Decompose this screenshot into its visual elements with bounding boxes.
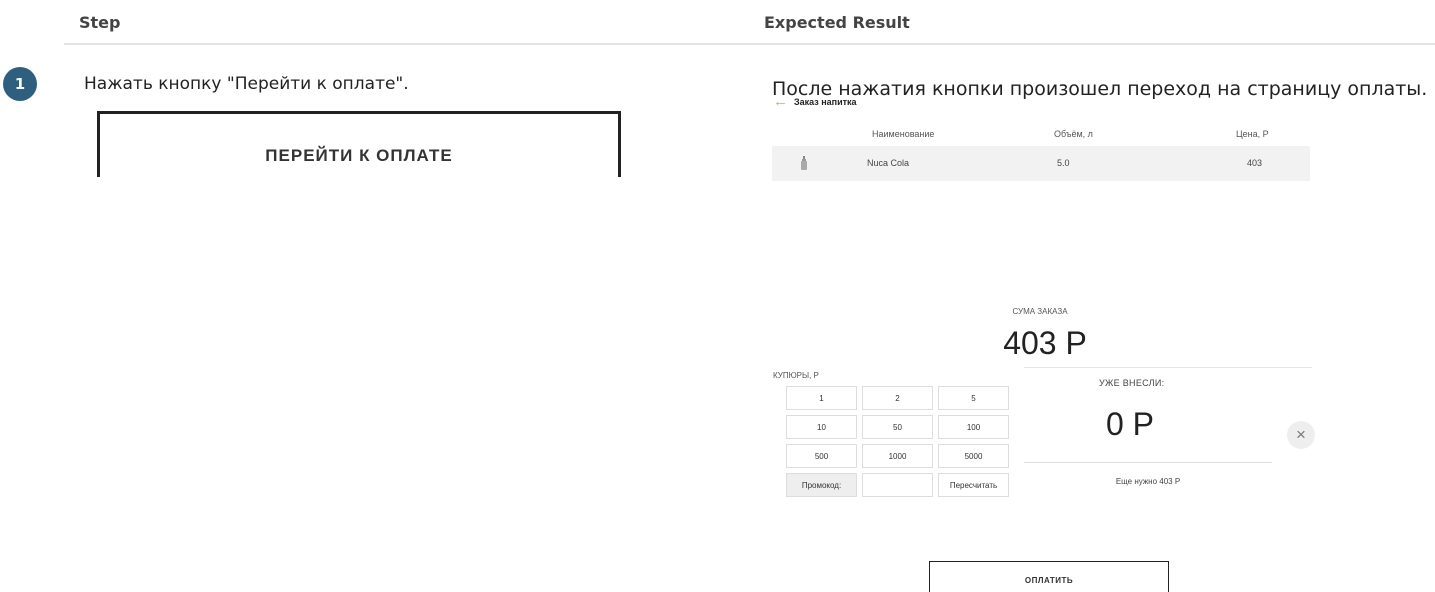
table-row: Nuca Cola 5.0 403 bbox=[772, 146, 1310, 181]
drink-price: 403 bbox=[1247, 158, 1263, 168]
promo-code-label: Промокод: bbox=[786, 473, 857, 497]
order-title: Заказ напитка bbox=[794, 97, 857, 107]
go-to-payment-label: ПЕРЕЙТИ К ОПЛАТЕ bbox=[265, 146, 453, 165]
bill-button-2[interactable]: 2 bbox=[862, 386, 933, 410]
remaining-amount: Еще нужно 403 Р bbox=[1115, 477, 1181, 486]
bill-button-5000[interactable]: 5000 bbox=[938, 444, 1009, 468]
table-header: Step Expected Result bbox=[64, 0, 1435, 45]
order-sum-label: СУМА ЗАКАЗА bbox=[1012, 307, 1068, 316]
bill-button-100[interactable]: 100 bbox=[938, 415, 1009, 439]
go-to-payment-button-screenshot: ПЕРЕЙТИ К ОПЛАТЕ bbox=[97, 111, 621, 177]
header-step: Step bbox=[79, 13, 121, 32]
back-link[interactable]: ← Заказ напитка bbox=[773, 94, 857, 109]
already-paid-value: 0 Р bbox=[1105, 406, 1155, 442]
arrow-left-icon[interactable]: ← bbox=[773, 94, 788, 109]
divider bbox=[1024, 462, 1272, 463]
bottle-icon bbox=[801, 156, 807, 170]
step-description: Нажать кнопку "Перейти к оплате". bbox=[84, 74, 409, 94]
bill-button-50[interactable]: 50 bbox=[862, 415, 933, 439]
drink-name: Nuca Cola bbox=[867, 158, 910, 168]
step-number-badge: 1 bbox=[3, 67, 37, 101]
bill-button-10[interactable]: 10 bbox=[786, 415, 857, 439]
close-icon[interactable]: × bbox=[1287, 421, 1315, 449]
bill-button-500[interactable]: 500 bbox=[786, 444, 857, 468]
column-header-name: Наименование bbox=[872, 129, 935, 139]
expected-result-description: После нажатия кнопки произошел переход н… bbox=[772, 78, 1428, 100]
order-sum-value: 403 Р bbox=[1003, 325, 1087, 361]
column-header-volume: Объём, л bbox=[1054, 129, 1093, 139]
column-header-price: Цена, Р bbox=[1236, 129, 1269, 139]
bill-button-1000[interactable]: 1000 bbox=[862, 444, 933, 468]
bill-button-5[interactable]: 5 bbox=[938, 386, 1009, 410]
recalculate-button[interactable]: Пересчитать bbox=[938, 473, 1009, 497]
bill-button-1[interactable]: 1 bbox=[786, 386, 857, 410]
header-expected-result: Expected Result bbox=[764, 13, 910, 32]
pay-button-label: ОПЛАТИТЬ bbox=[1024, 576, 1074, 585]
divider bbox=[1024, 367, 1312, 368]
promo-code-input[interactable] bbox=[862, 473, 933, 497]
drink-volume: 5.0 bbox=[1057, 158, 1070, 168]
already-paid-label: УЖЕ ВНЕСЛИ: bbox=[1099, 378, 1165, 388]
bills-label: КУПЮРЫ, Р bbox=[773, 371, 819, 380]
pay-button[interactable]: ОПЛАТИТЬ bbox=[929, 561, 1169, 592]
